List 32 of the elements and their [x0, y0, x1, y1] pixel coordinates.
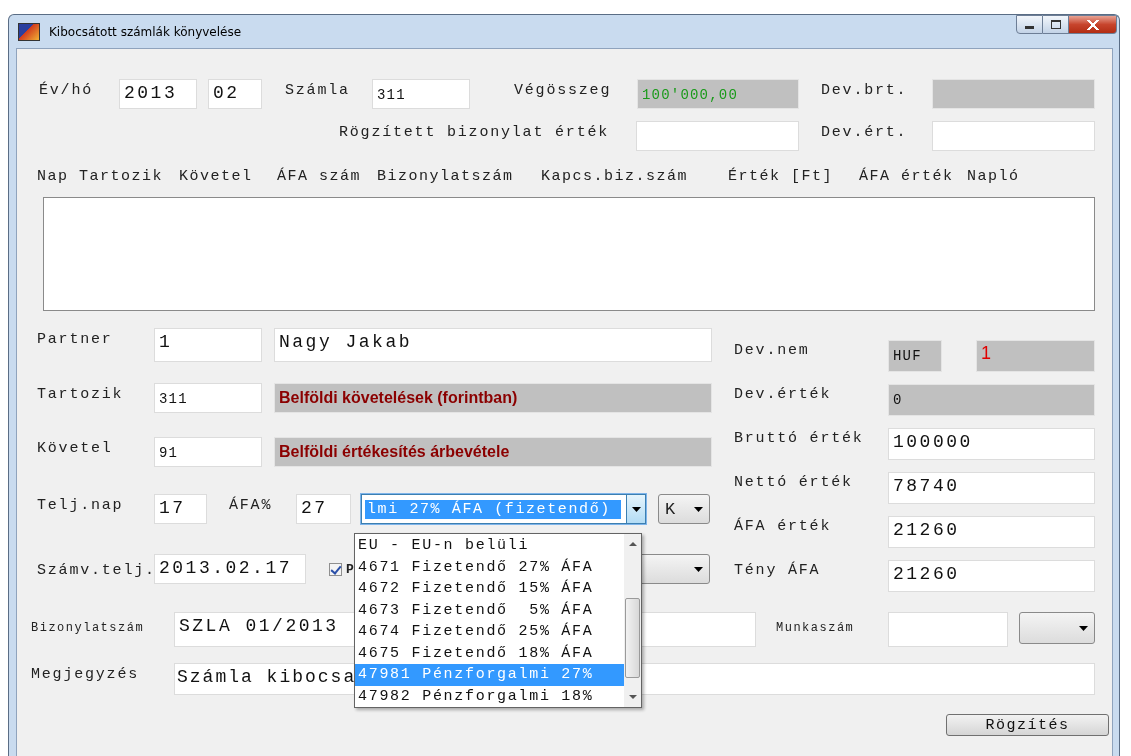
column-header: Napló	[967, 168, 1020, 185]
window-title: Kibocsátott számlák könyvelése	[49, 25, 242, 39]
field-label: Követel	[37, 439, 114, 457]
column-header: Nap	[37, 168, 69, 185]
column-header: Tartozik	[79, 168, 163, 185]
field-label: Dev.brt.	[821, 81, 909, 99]
field-label: Rögzített bizonylat érték	[339, 123, 611, 141]
column-header: Bizonylatszám	[377, 168, 514, 185]
column-header: ÁFA érték	[859, 168, 954, 185]
field-label: ÁFA%	[229, 495, 274, 514]
field-label: ÁFA érték	[734, 516, 833, 535]
field-label: Telj.nap	[37, 496, 125, 514]
field-label: Számv.telj.	[37, 561, 154, 579]
field-label: Tartozik	[37, 385, 125, 403]
field-label: Munkaszám	[776, 620, 856, 635]
field-label: Dev.ért.	[821, 123, 909, 141]
column-header: Kapcs.biz.szám	[541, 168, 689, 185]
field-label: Bizonylatszám	[31, 620, 146, 635]
field-label: Végösszeg	[514, 81, 613, 99]
field-label: Partner	[37, 330, 114, 348]
field-label: Dev.nem	[734, 341, 811, 359]
field-label: Tény ÁFA	[734, 560, 822, 579]
field-label: Számla	[285, 81, 351, 99]
field-label: Nettó érték	[734, 473, 854, 491]
checkbox-label: P	[346, 561, 354, 577]
column-header: Követel	[179, 168, 253, 185]
column-header: ÁFA szám	[277, 168, 361, 185]
field-label: Dev.érték	[734, 385, 833, 403]
field-label: Megjegyzés	[31, 665, 140, 683]
field-label: Bruttó érték	[734, 429, 865, 447]
field-label: Év/hó	[39, 80, 94, 99]
column-header: Érték [Ft]	[728, 168, 833, 185]
